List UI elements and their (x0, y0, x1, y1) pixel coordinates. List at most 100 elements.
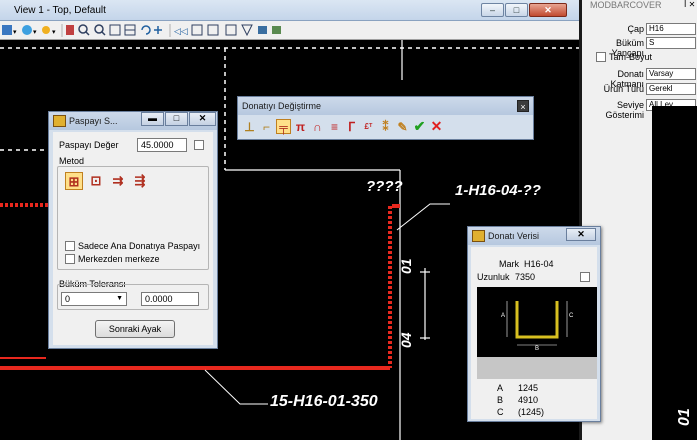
rotate-view-icon[interactable] (141, 25, 151, 35)
paspayi-window: Paspayı S... ▬ □ ✕ Paspayı Değer 45.0000… (48, 111, 218, 349)
urun-turu-label: Ürün Türü (603, 84, 644, 94)
dim-b-value: 4910 (518, 395, 539, 405)
corner-tool-icon[interactable]: ⌐ (259, 119, 274, 134)
bukum-value-input[interactable]: 0.0000 (141, 292, 199, 306)
label-top: ???? (366, 178, 403, 195)
minimize-button[interactable]: – (481, 3, 504, 17)
view-toolbar: ▾ ▾ ▾ ◁◁ (0, 21, 579, 40)
view-toolbar-icons: ▾ ▾ ▾ ◁◁ (2, 24, 281, 37)
paspayi-maximize[interactable]: □ (165, 112, 188, 126)
paspayi-minimize[interactable]: ▬ (141, 112, 164, 126)
display-style-icon[interactable] (272, 26, 281, 34)
close-button[interactable]: ✕ (529, 3, 567, 17)
view-previous-icon[interactable]: ◁◁ (174, 26, 188, 36)
method-1-icon[interactable]: ⊞ (65, 172, 83, 190)
bend-tool-icon[interactable]: ∩ (310, 119, 325, 134)
tam-boyut-checkbox[interactable] (596, 52, 606, 62)
label-dim-right: 01 (398, 258, 414, 274)
window-controls: – □ ✕ (481, 3, 567, 17)
minimize-icon: – (489, 5, 495, 15)
dim-b-label: B (497, 395, 504, 405)
anchor-tool-icon[interactable]: ᒥ (344, 119, 359, 134)
donati-verisi-titlebar[interactable]: Donatı Verisi ✕ (468, 227, 600, 245)
bukum-field[interactable]: S (646, 37, 696, 49)
cancel-tool-icon[interactable]: ✕ (429, 118, 444, 134)
method-4-icon[interactable]: ⇶ (131, 172, 149, 190)
tam-boyut-label: Tam-Boyut (609, 52, 653, 62)
maximize-button[interactable]: □ (505, 3, 528, 17)
dimension-marks (420, 268, 430, 340)
bukum-select[interactable]: 0 ▼ (61, 292, 127, 306)
maximize-icon: □ (513, 5, 520, 15)
paspayi-window-icon (53, 115, 66, 127)
chevron-down-icon: ▼ (116, 295, 123, 302)
edit-tool-icon[interactable]: ✎ (395, 119, 410, 134)
sonraki-ayak-button[interactable]: Sonraki Ayak (95, 320, 175, 338)
hook-tool-icon[interactable]: ╤ (276, 119, 291, 134)
panel-preview: 01 (652, 106, 697, 440)
view-titlebar[interactable]: View 1 - Top, Default – □ ✕ (0, 0, 579, 21)
clip-volume-icon[interactable] (225, 24, 237, 36)
paspayi-deger-lock[interactable] (194, 140, 204, 150)
panel-preview-label: 01 (676, 408, 693, 426)
bukum-select-value: 0 (65, 294, 71, 304)
donati-verisi-window: Donatı Verisi ✕ Mark H16-04 Uzunluk 7350… (467, 226, 601, 422)
svg-text:▾: ▾ (13, 29, 17, 36)
donatiyi-degistirme-close[interactable]: × (517, 100, 529, 112)
split-tool-icon[interactable]: ⁑ (378, 119, 393, 134)
stirrup-tool-icon[interactable]: π (293, 119, 308, 134)
urun-turu-field[interactable]: Gerekl (646, 83, 696, 95)
rebar-shape-footer (477, 357, 597, 379)
view-attributes-icon[interactable] (191, 24, 203, 36)
donati-katmani-field[interactable]: Varsay (646, 68, 696, 80)
sadece-label: Sadece Ana Donatıya Paspayı (78, 241, 201, 251)
uzunluk-label: Uzunluk (477, 272, 510, 282)
view-title: View 1 - Top, Default (14, 5, 106, 16)
paspayi-close[interactable]: ✕ (189, 112, 216, 126)
uzunluk-value: 7350 (515, 272, 536, 282)
zoom-in-icon[interactable] (78, 24, 90, 36)
pan-view-icon[interactable] (154, 26, 162, 34)
cap-field[interactable]: H16 (646, 23, 696, 35)
zoom-out-icon[interactable] (94, 24, 106, 36)
accept-tool-icon[interactable]: ✔ (412, 118, 427, 134)
cap-label: Çap (627, 24, 644, 34)
shape-label-a: A (501, 313, 506, 319)
lap-tool-icon[interactable]: ≡ (327, 119, 342, 134)
svg-text:▾: ▾ (52, 29, 56, 36)
donati-verisi-body: Mark H16-04 Uzunluk 7350 A B C A 1245 B … (471, 247, 597, 419)
shape-label-c: C (569, 313, 574, 319)
method-2-icon[interactable]: ⊡ (87, 172, 105, 190)
lighting-icon[interactable]: ▾ (42, 26, 56, 36)
rebar-shape-preview: A B C (477, 287, 597, 357)
update-view-icon[interactable] (66, 25, 74, 35)
window-area-icon[interactable] (109, 24, 121, 36)
trim-tool-icon[interactable]: ⊥ (242, 119, 257, 134)
donatiyi-degistirme-window: Donatıyı Değiştirme × ⊥ ⌐ ╤ π ∩ ≡ ᒥ £ᵀ ⁑… (237, 96, 534, 140)
merkezden-checkbox[interactable] (65, 254, 75, 264)
uzunluk-checkbox[interactable] (580, 272, 590, 282)
label-dim-left: 04 (398, 332, 414, 348)
leader-lines (204, 203, 450, 405)
donati-verisi-window-icon (472, 230, 485, 242)
dim-c-label: C (497, 407, 504, 417)
label-bottom: 15-H16-01-350 (270, 393, 378, 410)
panel-title: MODBARCOVER (590, 0, 662, 10)
method-3-icon[interactable]: ⇉ (109, 172, 127, 190)
render-mode-icon[interactable]: ▾ (22, 25, 37, 36)
donatiyi-degistirme-titlebar[interactable]: Donatıyı Değiştirme × (238, 97, 533, 115)
fit-view-icon[interactable] (124, 24, 136, 36)
sadece-checkbox[interactable] (65, 241, 75, 251)
paspayi-deger-input[interactable]: 45.0000 (137, 138, 187, 152)
paspayi-titlebar[interactable]: Paspayı S... ▬ □ ✕ (49, 112, 217, 130)
donati-verisi-close[interactable]: ✕ (566, 228, 596, 241)
donati-verisi-title: Donatı Verisi (488, 231, 540, 241)
svg-text:◁◁: ◁◁ (174, 26, 188, 36)
levels-icon[interactable] (207, 24, 219, 36)
view-selector-icon[interactable]: ▾ (2, 25, 17, 36)
dim-a-value: 1245 (518, 383, 539, 393)
text-tool-icon[interactable]: £ᵀ (361, 119, 376, 134)
camera-icon[interactable] (258, 26, 267, 34)
panel-pin-icon[interactable]: ꟾ ✕ (684, 0, 695, 9)
clip-mask-icon[interactable] (241, 24, 253, 37)
